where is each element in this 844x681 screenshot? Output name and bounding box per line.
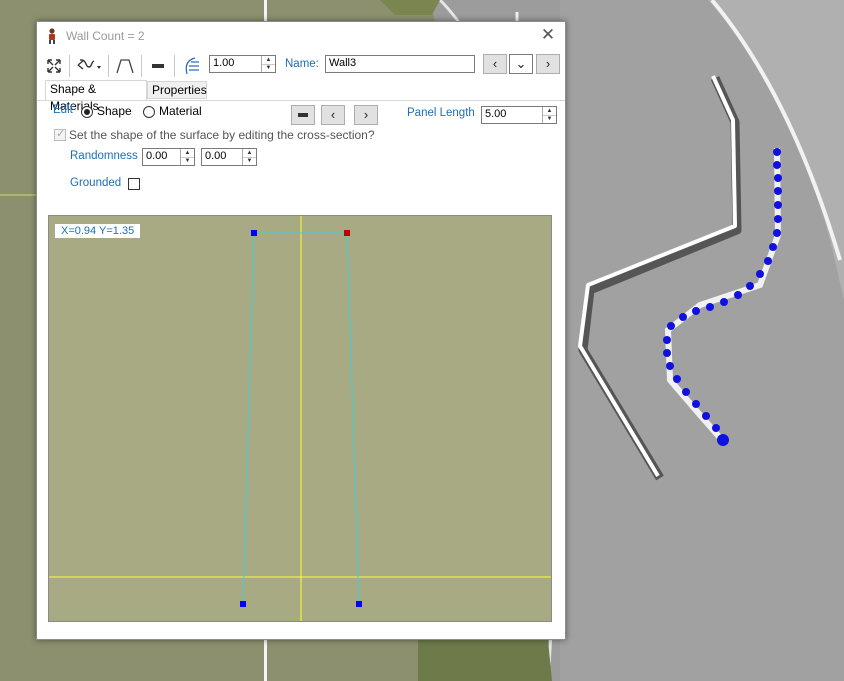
randomness-label: Randomness — [70, 150, 138, 162]
next-panel-button[interactable]: › — [354, 105, 378, 125]
coordinate-readout: X=0.94 Y=1.35 — [55, 224, 141, 238]
tab-bar: Shape & Materials Properties — [37, 80, 565, 113]
ramp-tool-icon[interactable] — [179, 54, 203, 78]
name-label: Name: — [285, 58, 319, 70]
control-point-top-right-selected — [344, 230, 350, 236]
shape-radio[interactable] — [81, 106, 93, 118]
height-value: 1.00 — [213, 57, 235, 69]
flat-panel-button[interactable] — [291, 105, 315, 125]
chevron-right-icon: › — [363, 107, 369, 122]
prev-wall-button[interactable]: ‹ — [483, 54, 507, 74]
flat-panel-icon[interactable] — [146, 54, 170, 78]
title-bar[interactable]: Wall Count = 2 ✕ — [37, 22, 565, 51]
chevron-right-icon: › — [545, 56, 551, 71]
surface-shape-checkbox[interactable] — [54, 127, 66, 141]
material-radio-label: Material — [159, 104, 202, 118]
randomness-stepper-1[interactable]: 0.00 ▲ ▼ — [142, 148, 195, 166]
edit-label: Edit — [53, 104, 73, 116]
grounded-checkbox[interactable] — [128, 178, 140, 190]
tab-properties[interactable]: Properties — [147, 81, 207, 99]
app-figure-icon — [49, 28, 55, 44]
chevron-left-icon: ‹ — [492, 56, 498, 71]
prev-panel-button[interactable]: ‹ — [321, 105, 345, 125]
height-stepper[interactable]: 1.00 ▲ ▼ — [209, 55, 276, 73]
randomness-value-1: 0.00 — [146, 150, 168, 162]
toolbar: 1.00 ▲ ▼ Name: Wall3 ‹ ⌄ › — [37, 52, 565, 82]
grounded-label: Grounded — [70, 177, 122, 189]
randomness-stepper-2[interactable]: 0.00 ▲ ▼ — [201, 148, 257, 166]
window-title: Wall Count = 2 — [66, 29, 145, 43]
shape-radio-label: Shape — [97, 104, 132, 118]
panel-length-stepper[interactable]: 5.00 ▲ ▼ — [481, 106, 557, 124]
next-wall-button[interactable]: › — [536, 54, 560, 74]
flat-panel-icon — [298, 113, 308, 117]
control-point-top-left — [251, 230, 257, 236]
profile-tool-icon[interactable] — [113, 54, 137, 78]
cross-section-canvas[interactable]: X=0.94 Y=1.35 — [48, 215, 552, 622]
move-icon[interactable] — [43, 54, 65, 78]
material-radio[interactable] — [143, 106, 155, 118]
tab-shape-materials[interactable]: Shape & Materials — [45, 80, 147, 113]
panel-length-label: Panel Length — [407, 107, 475, 119]
wall-dropdown-button[interactable]: ⌄ — [509, 54, 533, 74]
panel-length-value: 5.00 — [485, 108, 507, 120]
name-field[interactable]: Wall3 — [325, 55, 475, 73]
surface-shape-label: Set the shape of the surface by editing … — [69, 128, 375, 142]
chevron-left-icon: ‹ — [330, 107, 336, 122]
close-icon[interactable]: ✕ — [538, 25, 558, 45]
wall-dialog: Wall Count = 2 ✕ 1.00 ▲ ▼ Name: Wall3 ‹ ⌄… — [36, 21, 566, 640]
chevron-down-icon: ⌄ — [515, 56, 527, 71]
curve-tool-icon[interactable] — [74, 54, 104, 78]
control-point-bottom-left — [240, 601, 246, 607]
randomness-value-2: 0.00 — [205, 150, 227, 162]
control-point-bottom-right — [356, 601, 362, 607]
